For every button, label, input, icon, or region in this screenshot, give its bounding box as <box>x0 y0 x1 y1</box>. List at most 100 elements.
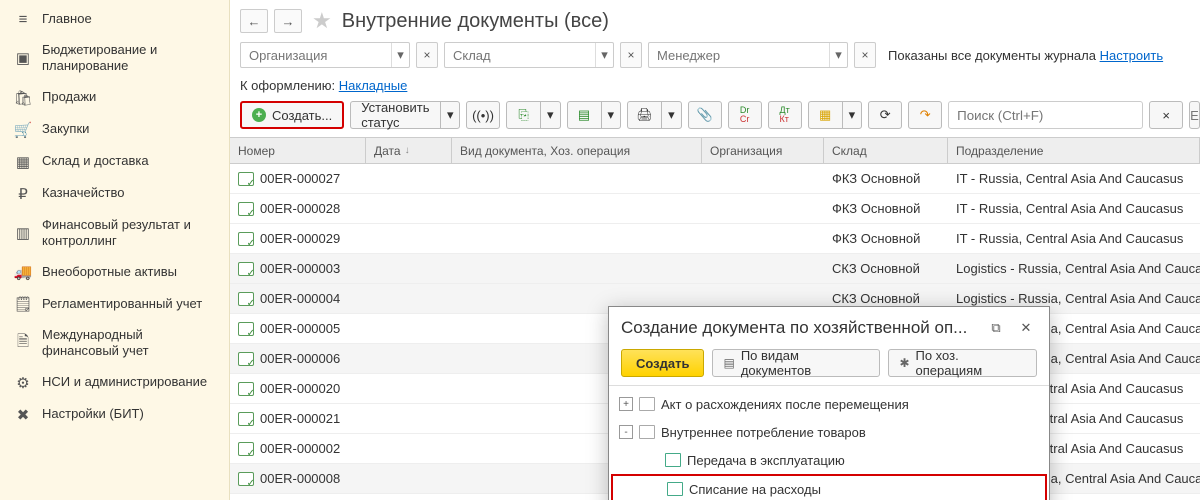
tree-node-label: Передача в эксплуатацию <box>687 453 845 468</box>
filter-warehouse-clear[interactable]: × <box>620 42 642 68</box>
sidebar-item-4[interactable]: ▦Склад и доставка <box>0 146 229 178</box>
tree-node-label: Списание на расходы <box>689 482 821 497</box>
set-status-button[interactable]: Установить статус <box>350 101 440 129</box>
col-type[interactable]: Вид документа, Хоз. операция <box>452 138 702 163</box>
table-row[interactable]: 00ER-000029ФКЗ ОсновнойIT - Russia, Cent… <box>230 224 1200 254</box>
popup-detach-button[interactable]: ⧉ <box>985 317 1007 339</box>
popup-mode-by-op[interactable]: ✱По хоз. операциям <box>888 349 1037 377</box>
nav-forward-button[interactable]: → <box>274 9 302 33</box>
cell-number: 00ER-000004 <box>260 291 340 306</box>
sidebar-item-10[interactable]: ⚙НСИ и администрирование <box>0 367 229 399</box>
jump-button[interactable]: ↷ <box>908 101 942 129</box>
sidebar-item-9[interactable]: 🗎Международный финансовый учет <box>0 320 229 367</box>
col-org[interactable]: Организация <box>702 138 824 163</box>
transactions-dropdown[interactable]: ▾ <box>842 101 863 129</box>
document-icon <box>238 232 254 246</box>
document-icon <box>238 352 254 366</box>
cell-number: 00ER-000021 <box>260 411 340 426</box>
dtkt-button[interactable]: ДтКт <box>768 101 802 129</box>
sidebar-icon: ✖ <box>14 406 32 424</box>
set-status-dropdown[interactable]: ▾ <box>440 101 460 129</box>
sidebar-icon: 🛒 <box>14 121 32 139</box>
print-button[interactable]: 🖨 <box>627 101 661 129</box>
xo-icon: ✱ <box>899 356 909 370</box>
more-button[interactable]: Е <box>1189 101 1200 129</box>
tree-node[interactable]: Передача в эксплуатацию <box>611 446 1047 474</box>
drcr-button[interactable]: DrCr <box>728 101 762 129</box>
sidebar-item-label: Настройки (БИТ) <box>42 406 217 422</box>
sidebar-item-3[interactable]: 🛒Закупки <box>0 114 229 146</box>
sidebar-item-6[interactable]: ▥Финансовый результат и контроллинг <box>0 210 229 257</box>
sidebar-item-8[interactable]: 🗒Регламентированный учет <box>0 288 229 320</box>
tree-node-label: Внутреннее потребление товаров <box>661 425 866 440</box>
sidebar-item-11[interactable]: ✖ Настройки (БИТ) <box>0 399 229 431</box>
plus-icon: + <box>252 108 266 122</box>
sidebar-item-0[interactable]: ≡Главное <box>0 4 229 35</box>
copy-button[interactable]: ⎘ <box>506 101 540 129</box>
sort-icon: ↓ <box>405 145 410 156</box>
expand-icon[interactable]: - <box>619 425 633 439</box>
attach-button[interactable]: 📎 <box>688 101 722 129</box>
report-dropdown[interactable]: ▾ <box>601 101 622 129</box>
cell-warehouse: СКЗ Основной <box>824 261 948 276</box>
configure-link[interactable]: Настроить <box>1100 48 1164 63</box>
table-row[interactable]: 00ER-000003СКЗ ОсновнойLogistics - Russi… <box>230 254 1200 284</box>
search-input[interactable] <box>949 108 1142 123</box>
table-row[interactable]: 00ER-000028ФКЗ ОсновнойIT - Russia, Cent… <box>230 194 1200 224</box>
sidebar-item-label: Главное <box>42 11 217 27</box>
sidebar-item-label: Продажи <box>42 89 217 105</box>
cell-department: Logistics - Russia, Central Asia And Cau… <box>948 291 1200 306</box>
tree-node-label: Акт о расхождениях после перемещения <box>661 397 909 412</box>
filter-manager-clear[interactable]: × <box>854 42 876 68</box>
sidebar: ≡Главное▣Бюджетирование и планирование🛍П… <box>0 0 230 500</box>
dropdown-icon[interactable]: ▾ <box>829 43 847 67</box>
table-row[interactable]: 00ER-000027ФКЗ ОсновнойIT - Russia, Cent… <box>230 164 1200 194</box>
star-icon[interactable]: ★ <box>312 8 332 34</box>
print-dropdown[interactable]: ▾ <box>661 101 682 129</box>
invoices-link[interactable]: Накладные <box>339 78 408 93</box>
popup-mode-by-doc[interactable]: ▤По видам документов <box>712 349 880 377</box>
sidebar-item-1[interactable]: ▣Бюджетирование и планирование <box>0 35 229 82</box>
sidebar-item-7[interactable]: 🚚Внеоборотные активы <box>0 256 229 288</box>
refresh-button[interactable]: ⟳ <box>868 101 902 129</box>
tree-node[interactable]: - Внутреннее потребление товаров <box>611 418 1047 446</box>
filter-manager-input[interactable] <box>649 43 829 67</box>
tree-node[interactable]: + Акт о расхождениях после перемещения <box>611 390 1047 418</box>
create-document-popup: Создание документа по хозяйственной оп..… <box>608 306 1050 500</box>
document-icon <box>238 202 254 216</box>
sidebar-icon: ▣ <box>14 49 32 67</box>
subline: К оформлению: Накладные <box>230 72 1200 93</box>
popup-close-button[interactable]: ✕ <box>1015 317 1037 339</box>
dropdown-icon[interactable]: ▾ <box>595 43 613 67</box>
expand-icon[interactable]: + <box>619 397 633 411</box>
copy-dropdown[interactable]: ▾ <box>540 101 561 129</box>
broadcast-button[interactable]: ((•)) <box>466 101 500 129</box>
sidebar-item-label: Склад и доставка <box>42 153 217 169</box>
popup-create-button[interactable]: Создать <box>621 349 704 377</box>
sidebar-item-2[interactable]: 🛍Продажи <box>0 82 229 114</box>
col-warehouse[interactable]: Склад <box>824 138 948 163</box>
cell-warehouse: ФКЗ Основной <box>824 231 948 246</box>
filter-warehouse-input[interactable] <box>445 43 595 67</box>
search-clear-button[interactable]: × <box>1149 101 1183 129</box>
filter-manager: ▾ <box>648 42 848 68</box>
document-icon <box>238 442 254 456</box>
filter-warehouse: ▾ <box>444 42 614 68</box>
document-icon <box>238 292 254 306</box>
sidebar-icon: 🗎 <box>14 331 32 356</box>
cell-department: IT - Russia, Central Asia And Caucasus <box>948 171 1200 186</box>
create-button[interactable]: + Создать... <box>240 101 344 129</box>
col-number[interactable]: Номер <box>230 138 366 163</box>
transactions-button[interactable]: ▦ <box>808 101 842 129</box>
dropdown-icon[interactable]: ▾ <box>391 43 409 67</box>
document-icon <box>238 322 254 336</box>
tree-node[interactable]: Списание на расходы <box>611 474 1047 500</box>
filter-bar: ▾ × ▾ × ▾ × Показаны все документы журна… <box>230 38 1200 72</box>
filter-org-clear[interactable]: × <box>416 42 438 68</box>
col-department[interactable]: Подразделение <box>948 138 1200 163</box>
nav-back-button[interactable]: ← <box>240 9 268 33</box>
sidebar-item-5[interactable]: ₽Казначейство <box>0 178 229 210</box>
filter-org-input[interactable] <box>241 43 391 67</box>
report-button[interactable]: ▤ <box>567 101 601 129</box>
col-date[interactable]: Дата↓ <box>366 138 452 163</box>
